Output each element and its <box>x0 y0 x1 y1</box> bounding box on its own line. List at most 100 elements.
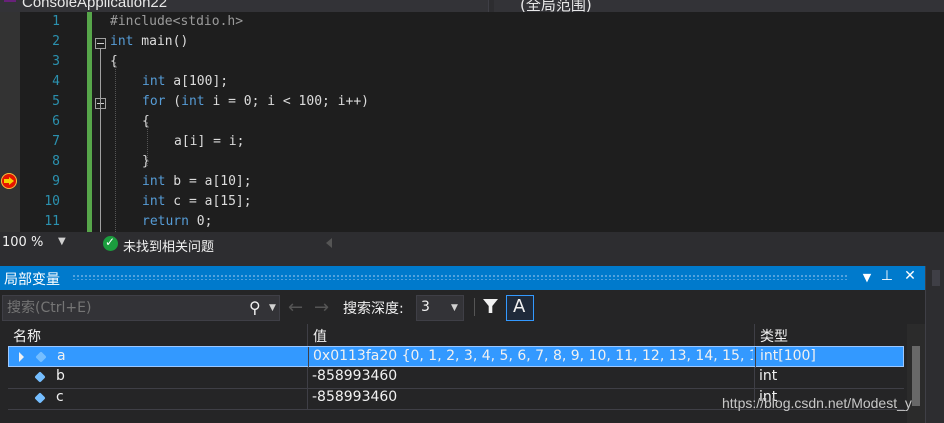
variable-icon <box>34 371 46 383</box>
line-number: 5 <box>52 94 60 109</box>
variable-type: int[100] <box>760 348 816 364</box>
project-dropdown[interactable]: ConsoleApplication22 <box>0 0 489 12</box>
window-menu-dropdown-icon[interactable]: ▼ <box>858 271 876 284</box>
code-line[interactable]: int b = a[10]; <box>142 172 252 192</box>
search-box[interactable]: ⚲ ▼ <box>2 295 280 321</box>
zoom-level[interactable]: 100 % <box>2 235 43 250</box>
glyph-margin[interactable] <box>0 12 20 232</box>
variable-name: b <box>56 368 65 384</box>
code-token: a[i] = i; <box>174 134 245 149</box>
zoom-dropdown-icon[interactable]: ▼ <box>58 236 66 247</box>
code-token: int <box>142 74 166 89</box>
code-token: { <box>110 54 118 69</box>
document-nav-bar: ConsoleApplication22 (全局范围) <box>0 0 944 12</box>
code-token: b = a[10]; <box>165 174 252 189</box>
indent-guide <box>147 122 148 166</box>
scope-dropdown[interactable]: (全局范围) <box>494 0 944 12</box>
code-line[interactable]: int a[100]; <box>142 72 228 92</box>
back-arrow-icon[interactable]: ← <box>288 297 303 318</box>
search-icon[interactable]: ⚲ <box>249 298 261 317</box>
close-icon[interactable]: ✕ <box>901 268 919 284</box>
variable-icon <box>35 351 47 363</box>
code-line[interactable]: #include<stdio.h> <box>110 12 243 32</box>
column-header-type[interactable]: 类型 <box>755 324 904 347</box>
search-dropdown-icon[interactable]: ▼ <box>269 303 276 313</box>
line-number: 3 <box>52 54 60 69</box>
splitter[interactable] <box>0 256 944 266</box>
issues-status[interactable]: 未找到相关问题 <box>123 236 214 255</box>
project-icon <box>4 0 16 2</box>
toolbar-separator <box>474 298 475 316</box>
code-line[interactable]: a[i] = i; <box>174 132 244 152</box>
line-number: 4 <box>52 74 60 89</box>
code-token: } <box>142 154 150 169</box>
expand-icon[interactable] <box>19 352 24 362</box>
breakpoint-current-line-icon[interactable] <box>1 173 17 189</box>
dropdown-icon: ▼ <box>451 303 458 313</box>
code-token: int <box>142 194 166 209</box>
side-panel-edge <box>925 266 944 423</box>
code-line[interactable]: { <box>142 112 150 132</box>
code-token: return <box>142 214 189 229</box>
line-number: 6 <box>52 114 60 129</box>
line-number: 11 <box>44 214 60 229</box>
code-token: int <box>110 34 134 49</box>
column-divider <box>307 367 308 388</box>
variable-type: int <box>759 368 778 384</box>
code-token: ( <box>165 94 182 109</box>
scroll-left-icon[interactable] <box>326 238 332 248</box>
editor-status-bar: 100 % ▼ 未找到相关问题 <box>0 232 944 256</box>
line-number: 9 <box>52 174 60 189</box>
code-line[interactable]: } <box>142 152 150 172</box>
code-editor[interactable]: 1 2 3 4 5 6 7 8 9 10 11 #include<stdio.h> int main(… <box>0 12 944 232</box>
column-divider <box>755 347 756 368</box>
indent-guide <box>115 62 116 232</box>
variable-name: c <box>56 389 64 405</box>
line-number: 7 <box>52 134 60 149</box>
watermark: https://blog.csdn.net/Modest_y <box>722 395 912 411</box>
side-tab[interactable] <box>932 270 940 286</box>
code-token: 0; <box>188 214 213 229</box>
local-variable-row[interactable]: b -858993460 int <box>8 367 904 389</box>
code-token: int <box>142 174 166 189</box>
forward-arrow-icon[interactable]: → <box>314 297 329 318</box>
code-line[interactable]: for (int i = 0; i < 100; i++) <box>142 92 369 112</box>
code-line[interactable]: { <box>110 52 118 72</box>
pin-icon[interactable]: ⊥ <box>878 268 896 284</box>
line-number: 10 <box>44 194 60 209</box>
column-header-value[interactable]: 值 <box>308 324 755 347</box>
ok-check-icon <box>103 235 118 251</box>
column-divider <box>754 367 755 388</box>
column-divider <box>308 347 309 368</box>
search-depth-value: 3 <box>421 299 430 315</box>
variable-value: -858993460 <box>312 389 398 405</box>
code-line[interactable]: int main() <box>110 32 188 52</box>
column-divider <box>307 388 308 409</box>
column-header-name[interactable]: 名称 <box>8 324 308 347</box>
format-toggle-button[interactable]: A <box>506 295 534 321</box>
code-token: a[100]; <box>165 74 229 89</box>
variable-value: -858993460 <box>312 368 398 384</box>
code-token: #include<stdio.h> <box>110 14 244 29</box>
code-line[interactable]: int c = a[15]; <box>142 192 252 212</box>
variable-value: 0x0113fa20 {0, 1, 2, 3, 4, 5, 6, 7, 8, 9… <box>313 348 753 364</box>
line-number: 8 <box>52 154 60 169</box>
code-token: int <box>181 94 205 109</box>
search-depth-select[interactable]: 3 ▼ <box>416 295 464 321</box>
local-variable-row[interactable]: a 0x0113fa20 {0, 1, 2, 3, 4, 5, 6, 7, 8, … <box>8 346 904 368</box>
locals-title-bar[interactable]: 局部变量 ▼ ⊥ ✕ <box>0 266 925 290</box>
search-depth-label: 搜索深度: <box>343 301 404 317</box>
variable-name: a <box>57 348 66 364</box>
line-number: 1 <box>52 14 60 29</box>
code-token: for <box>142 94 166 109</box>
search-input[interactable] <box>5 298 239 318</box>
locals-toolbar: ⚲ ▼ ← → 搜索深度: 3 ▼ A <box>0 295 925 321</box>
scrollbar-thumb[interactable] <box>912 346 920 406</box>
code-token: c = a[15]; <box>165 194 252 209</box>
change-tracking-bar <box>87 12 92 232</box>
filter-icon[interactable] <box>482 297 500 315</box>
code-line[interactable]: return 0; <box>142 212 212 232</box>
scope-name: (全局范围) <box>520 0 592 12</box>
code-token: i = 0; i < 100; i++) <box>204 94 369 109</box>
variable-icon <box>34 392 46 404</box>
